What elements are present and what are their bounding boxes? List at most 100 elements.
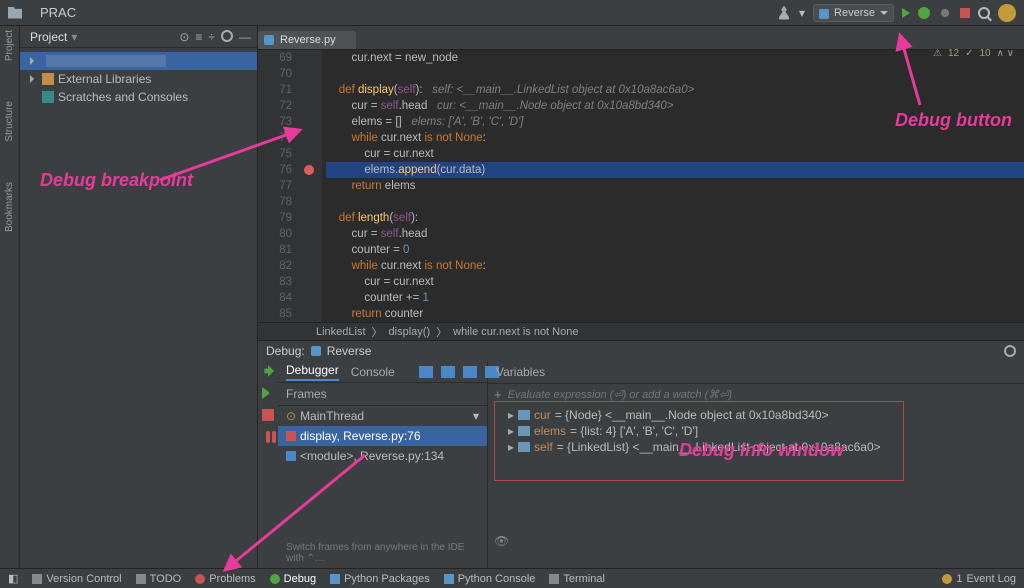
tool-icon[interactable]: ⊙ (179, 30, 189, 44)
code-line[interactable]: cur = cur.next (326, 146, 1024, 162)
status-event-log[interactable]: 1 Event Log (942, 573, 1016, 585)
project-tree: External Libraries Scratches and Console… (20, 48, 257, 110)
code-line[interactable]: counter += 1 (326, 290, 1024, 306)
tool-icon[interactable]: ≡ (195, 30, 202, 44)
status-problems[interactable]: Problems (195, 573, 255, 585)
debugger-tab[interactable]: Debugger (286, 363, 339, 381)
view-icon[interactable]: 👁 (494, 534, 509, 548)
code-line[interactable] (326, 66, 1024, 82)
status-python-console[interactable]: Python Console (444, 573, 536, 585)
status-debug[interactable]: Debug (270, 573, 316, 585)
code-line[interactable]: cur = cur.next (326, 274, 1024, 290)
avatar-icon[interactable] (998, 4, 1016, 22)
debug-icon[interactable] (918, 7, 930, 19)
code-editor[interactable]: 6970717273747576777879808182838485 💡 cur… (258, 50, 1024, 322)
tree-item-scratches[interactable]: Scratches and Consoles (20, 88, 257, 106)
rerun-button[interactable] (262, 365, 274, 377)
code-line[interactable]: elems = [] elems: ['A', 'B', 'C', 'D'] (326, 114, 1024, 130)
variables-header: Variables (488, 361, 1024, 384)
tree-item-label (46, 55, 166, 67)
line-number-gutter: 6970717273747576777879808182838485 (258, 50, 298, 322)
tree-item-root[interactable] (20, 52, 257, 70)
stack-frame[interactable]: <module>, Reverse.py:134 (278, 446, 487, 466)
inspection-status[interactable]: ⚠ 12 ✓ 10 ∧ ∨ (933, 48, 1014, 59)
frame-label: <module>, Reverse.py:134 (300, 449, 444, 463)
thread-label: MainThread (300, 409, 364, 423)
gear-icon[interactable] (221, 30, 233, 42)
rerun-icon[interactable] (938, 6, 952, 20)
frame-label: display, Reverse.py:76 (300, 429, 421, 443)
run-icon[interactable] (902, 8, 910, 18)
person-icon[interactable] (777, 6, 791, 20)
tree-item-label: External Libraries (58, 72, 151, 86)
search-icon[interactable] (978, 7, 990, 19)
step-into-icon[interactable] (441, 366, 455, 378)
step-over-icon[interactable] (419, 366, 433, 378)
frame-icon (286, 451, 296, 461)
code-line[interactable]: elems.append(cur.data) (326, 162, 1024, 178)
folder-icon (8, 7, 22, 19)
breadcrumb[interactable]: LinkedList〉 display()〉 while cur.next is… (258, 322, 1024, 340)
status-corner-icon[interactable]: ◧ (8, 572, 18, 585)
code-line[interactable]: cur = self.head (326, 226, 1024, 242)
status-todo[interactable]: TODO (136, 573, 182, 585)
libraries-icon (42, 73, 54, 85)
project-header: Project (30, 30, 67, 44)
stop-button[interactable] (262, 409, 274, 421)
frames-header: Frames (278, 383, 487, 406)
code-line[interactable]: while cur.next is not None: (326, 130, 1024, 146)
status-terminal[interactable]: Terminal (549, 573, 605, 585)
code-line[interactable]: def display(self): self: <__main__.Linke… (326, 82, 1024, 98)
stop-icon[interactable] (960, 8, 970, 18)
frames-hint: Switch frames from anywhere in the IDE w… (278, 538, 487, 568)
breakpoint-dot[interactable] (304, 165, 314, 175)
tool-icon[interactable]: ÷ (208, 30, 215, 44)
thread-row[interactable]: ⊙ MainThread ▾ (278, 406, 487, 426)
annotation-box (494, 401, 904, 481)
console-tab[interactable]: Console (351, 365, 395, 379)
evaluate-input[interactable] (508, 389, 1018, 401)
tool-project-tab[interactable]: Project (4, 30, 15, 61)
left-tool-strip: Project Structure Bookmarks (0, 26, 20, 568)
debug-tool-window: Debug: Reverse Debugger Console (258, 340, 1024, 568)
code-line[interactable]: while cur.next is not None: (326, 258, 1024, 274)
code-line[interactable]: def length(self): (326, 210, 1024, 226)
code-line[interactable]: counter = 0 (326, 242, 1024, 258)
status-version-control[interactable]: Version Control (32, 573, 121, 585)
tool-structure-tab[interactable]: Structure (4, 101, 15, 142)
code-line[interactable] (326, 194, 1024, 210)
project-title: PRAC (40, 5, 76, 20)
pause-button[interactable] (266, 431, 270, 443)
tree-item-external-libs[interactable]: External Libraries (20, 70, 257, 88)
breakpoint-gutter[interactable]: 💡 (298, 50, 322, 322)
hide-icon[interactable]: — (239, 30, 251, 44)
run-config-select[interactable]: Reverse (813, 4, 894, 22)
status-python-packages[interactable]: Python Packages (330, 573, 430, 585)
code-line[interactable]: return elems (326, 178, 1024, 194)
python-icon (311, 346, 321, 356)
breadcrumb-item[interactable]: while cur.next is not None (453, 326, 578, 338)
tool-bookmarks-tab[interactable]: Bookmarks (4, 182, 15, 232)
step-out-icon[interactable] (463, 366, 477, 378)
breadcrumb-item[interactable]: LinkedList (316, 326, 366, 338)
file-tab-label: Reverse.py (280, 34, 336, 46)
debug-config-label: Reverse (327, 344, 372, 358)
debug-action-bar (258, 361, 278, 568)
frame-icon (286, 431, 296, 441)
title-bar: PRAC ▾ Reverse (0, 0, 1024, 26)
gear-icon[interactable] (1004, 345, 1016, 357)
resume-button[interactable] (262, 387, 274, 399)
stack-frame[interactable]: display, Reverse.py:76 (278, 426, 487, 446)
status-bar: ◧ Version Control TODO Problems Debug Py… (0, 568, 1024, 588)
code-line[interactable]: cur.next = new_node (326, 50, 1024, 66)
run-config-label: Reverse (834, 7, 875, 19)
code-line[interactable]: return counter (326, 306, 1024, 322)
scratches-icon (42, 91, 54, 103)
tree-item-label: Scratches and Consoles (58, 90, 188, 104)
file-tab-reverse[interactable]: Reverse.py (258, 31, 356, 49)
add-watch-icon[interactable]: + (494, 387, 502, 402)
breadcrumb-item[interactable]: display() (389, 326, 431, 338)
project-panel: Project ▾ ⊙ ≡ ÷ — External Libraries (20, 26, 258, 568)
debug-title: Debug: (266, 344, 305, 358)
code-line[interactable]: cur = self.head cur: <__main__.Node obje… (326, 98, 1024, 114)
